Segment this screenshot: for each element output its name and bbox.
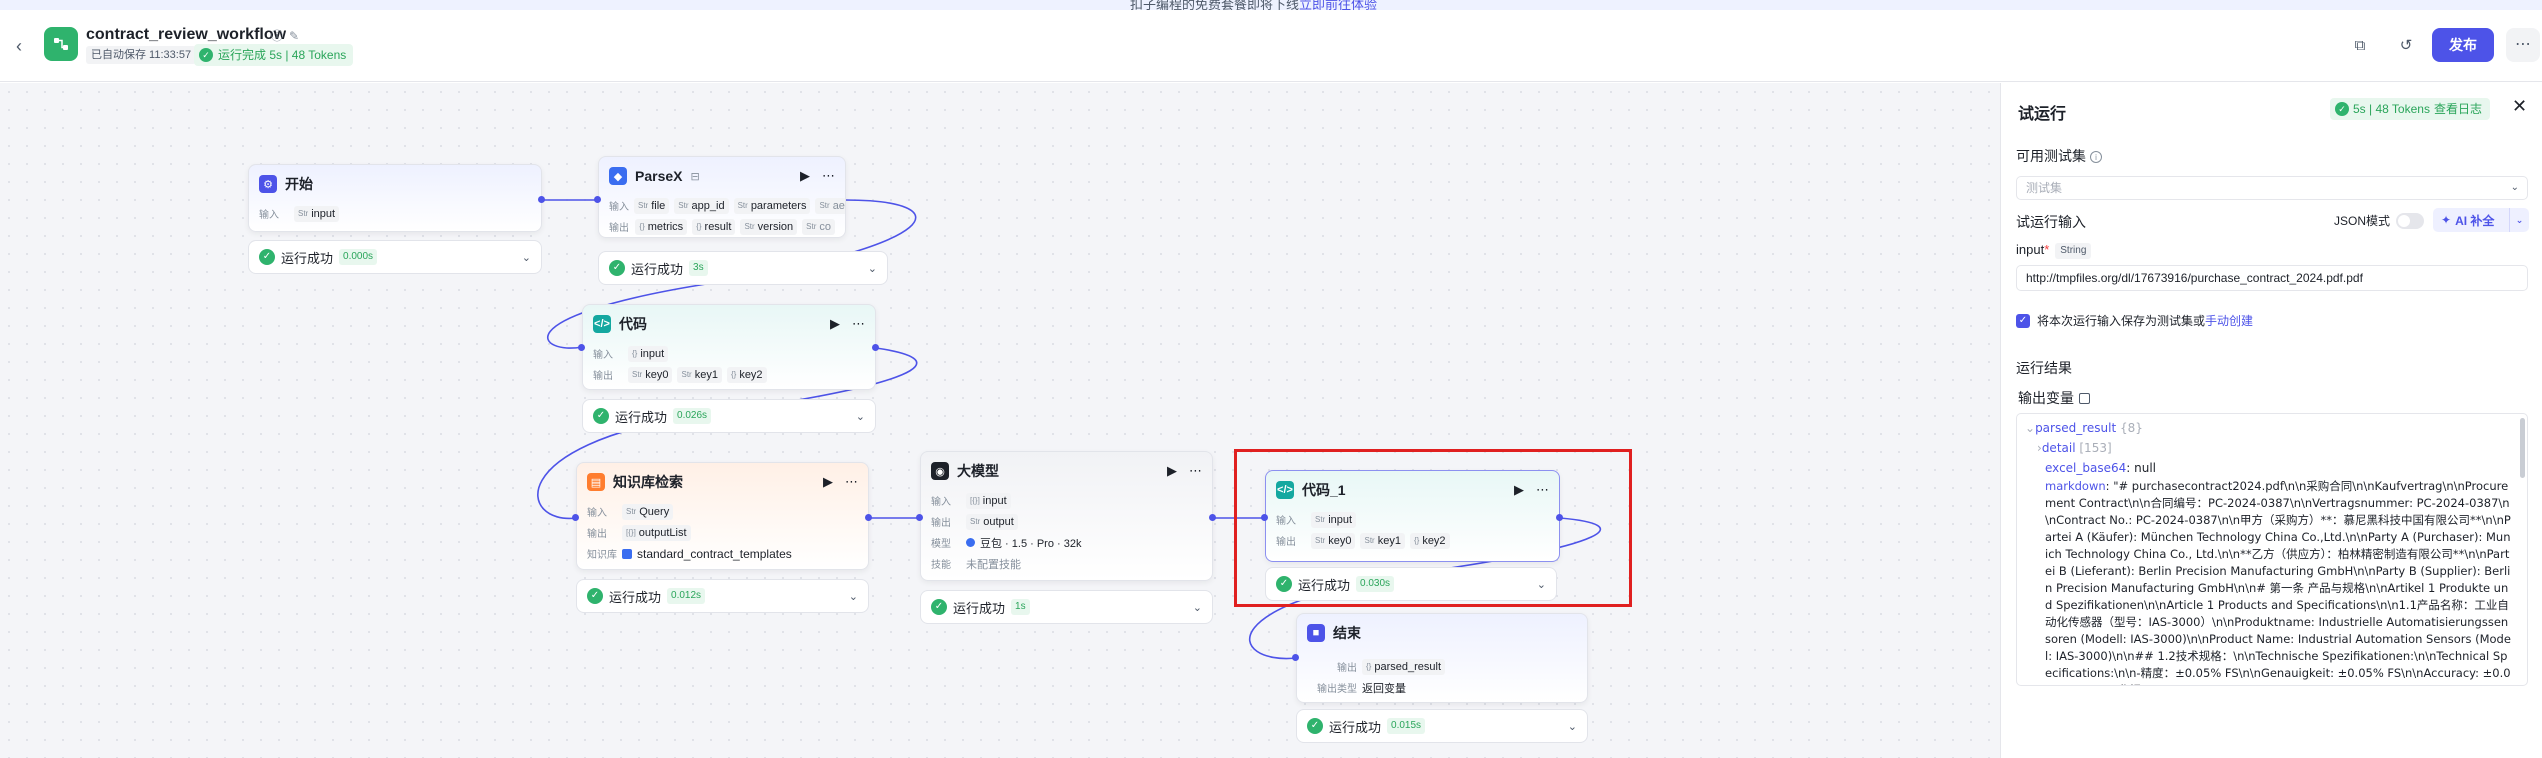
status-knowledge-search[interactable]: ✓ 运行成功 0.012s ⌄ (576, 579, 869, 613)
code-icon: </> (593, 315, 611, 333)
port-parsex-in[interactable] (594, 196, 601, 203)
input-field[interactable] (2016, 265, 2528, 291)
end-icon: ■ (1307, 624, 1325, 642)
chevron-down-icon[interactable]: ⌄ (2509, 208, 2529, 232)
view-log-link[interactable]: 查看日志 (2434, 98, 2482, 120)
run-icon[interactable]: ▶ (823, 474, 833, 490)
more-icon[interactable]: ⋯ (2506, 28, 2540, 62)
more-icon[interactable]: ⋯ (822, 168, 835, 184)
node-code[interactable]: </> 代码 ▶ ⋯ 输入{} input 输出 Str key0 Str key1 {} k… (582, 304, 876, 390)
port-code-out[interactable] (872, 344, 879, 351)
workflow-logo-icon (44, 27, 78, 61)
check-icon: ✓ (587, 588, 603, 604)
chevron-down-icon[interactable]: ⌄ (856, 410, 865, 423)
info-icon[interactable]: ⓘ (271, 29, 289, 43)
model-icon (966, 538, 975, 547)
check-icon: ✓ (609, 260, 625, 276)
panel-run-badge: ✓ 5s | 48 Tokens 查看日志 (2330, 98, 2490, 120)
json-mode-toggle[interactable] (2396, 212, 2425, 229)
testset-label: 可用测试集 i (2016, 146, 2102, 166)
copy-icon[interactable] (2079, 393, 2090, 404)
chevron-down-icon[interactable]: ⌄ (2025, 421, 2035, 435)
input-field-label: input* String (2016, 242, 2092, 259)
start-input-tag: Str input (294, 205, 340, 222)
ai-fill-button[interactable]: ✦ AI 补全 ⌄ (2433, 208, 2529, 232)
check-icon: ✓ (931, 599, 947, 615)
node-start[interactable]: ⚙ 开始 输入 Str input (248, 164, 542, 232)
plugin-icon: ⊟ (690, 170, 700, 183)
panel-title: 试运行 (2018, 106, 2067, 123)
close-icon[interactable]: ✕ (2512, 96, 2527, 117)
run-icon[interactable]: ▶ (1167, 463, 1177, 479)
port-llm-in[interactable] (916, 514, 923, 521)
llm-icon: ◉ (931, 462, 949, 480)
chevron-down-icon: ⌄ (2510, 182, 2519, 193)
chevron-down-icon[interactable]: ⌄ (1568, 720, 1577, 733)
check-icon: ✓ (199, 48, 213, 62)
more-icon[interactable]: ⋯ (845, 474, 858, 490)
node-llm[interactable]: ◉ 大模型 ▶ ⋯ 输入[{}] input 输出 Str output 模型 豆包 · 1.… (920, 451, 1213, 581)
json-mode[interactable]: JSON模式 (2334, 212, 2425, 229)
chevron-down-icon[interactable]: ⌄ (522, 251, 531, 264)
check-icon: ✓ (259, 249, 275, 265)
port-end-in[interactable] (1292, 654, 1299, 661)
run-icon[interactable]: ▶ (830, 316, 840, 332)
autosave-label: 已自动保存 11:33:57 (86, 46, 197, 64)
chevron-down-icon[interactable]: ⌄ (849, 590, 858, 603)
start-icon: ⚙ (259, 175, 277, 193)
status-start[interactable]: ✓ 运行成功 0.000s ⌄ (248, 240, 542, 274)
notice-bar: 扣子编程的免费套餐即将下线立即前往体验 (0, 0, 2542, 10)
more-icon[interactable]: ⋯ (852, 316, 865, 332)
trial-input-label: 试运行输入 (2016, 214, 2086, 230)
port-code-in[interactable] (578, 344, 585, 351)
port-start-out[interactable] (538, 196, 545, 203)
save-testset-row[interactable]: ✓ 将本次运行输入保存为测试集或 手动创建 (2016, 312, 2253, 329)
port-llm-out[interactable] (1209, 514, 1216, 521)
database-icon (622, 548, 632, 559)
status-llm[interactable]: ✓ 运行成功 1s ⌄ (920, 590, 1213, 624)
parsex-icon: ◆ (609, 167, 627, 185)
sparkle-icon: ✦ (2441, 213, 2452, 227)
port-kb-in[interactable] (572, 514, 579, 521)
node-parsex[interactable]: ◆ ParseX ⊟ ▶ ⋯ 输入 Str file Str app_id Str param… (598, 156, 846, 238)
notice-link[interactable]: 立即前往体验 (1299, 0, 1377, 10)
run-icon[interactable]: ▶ (800, 168, 810, 184)
output-vars-label: 输出变量 (2018, 388, 2090, 408)
testset-select[interactable]: 测试集 ⌄ (2016, 176, 2528, 200)
chevron-down-icon[interactable]: ⌄ (868, 262, 877, 275)
node-end[interactable]: ■ 结束 输出{} parsed_result 输出类型 返回变量 (1296, 613, 1588, 703)
header: ‹ contract_review_workflow ⓘ✎ 已自动保存 11:3… (0, 10, 2542, 82)
copy-icon[interactable]: ⧉ (2346, 32, 2374, 60)
workflow-title: contract_review_workflow (86, 26, 287, 43)
check-icon: ✓ (1307, 718, 1323, 734)
check-icon: ✓ (2335, 102, 2349, 116)
status-parsex[interactable]: ✓ 运行成功 3s ⌄ (598, 251, 888, 285)
markdown-value: markdown: "# purchasecontract2024.pdf\n\… (2045, 479, 2511, 685)
info-icon[interactable]: i (2090, 151, 2102, 163)
save-testset-checkbox[interactable]: ✓ (2016, 313, 2030, 328)
result-scrollbar[interactable] (2520, 418, 2525, 478)
selection-highlight-box (1234, 449, 1632, 607)
more-icon[interactable]: ⋯ (1189, 463, 1202, 479)
check-icon: ✓ (593, 408, 609, 424)
notice-text: 扣子编程的免费套餐即将下线 (1130, 0, 1300, 10)
manual-create-link[interactable]: 手动创建 (2205, 312, 2253, 329)
edit-icon[interactable]: ✎ (289, 29, 305, 43)
status-end[interactable]: ✓ 运行成功 0.015s ⌄ (1296, 709, 1588, 743)
chevron-down-icon[interactable]: ⌄ (1193, 601, 1202, 614)
knowledge-icon: ▤ (587, 473, 605, 491)
back-icon[interactable]: ‹ (16, 36, 22, 57)
publish-button[interactable]: 发布 (2432, 28, 2494, 62)
node-knowledge-search[interactable]: ▤ 知识库检索 ▶ ⋯ 输入 Str Query 输出[{}] outputList 知识库… (576, 462, 869, 570)
port-kb-out[interactable] (865, 514, 872, 521)
result-label: 运行结果 (2016, 360, 2072, 376)
status-code[interactable]: ✓ 运行成功 0.026s ⌄ (582, 399, 876, 433)
result-viewer[interactable]: ⌄parsed_result {8} ›detail [153] excel_b… (2016, 413, 2528, 686)
run-status-badge[interactable]: ✓ 运行完成 5s | 48 Tokens (194, 44, 354, 66)
history-icon[interactable]: ↺ (2392, 32, 2420, 60)
